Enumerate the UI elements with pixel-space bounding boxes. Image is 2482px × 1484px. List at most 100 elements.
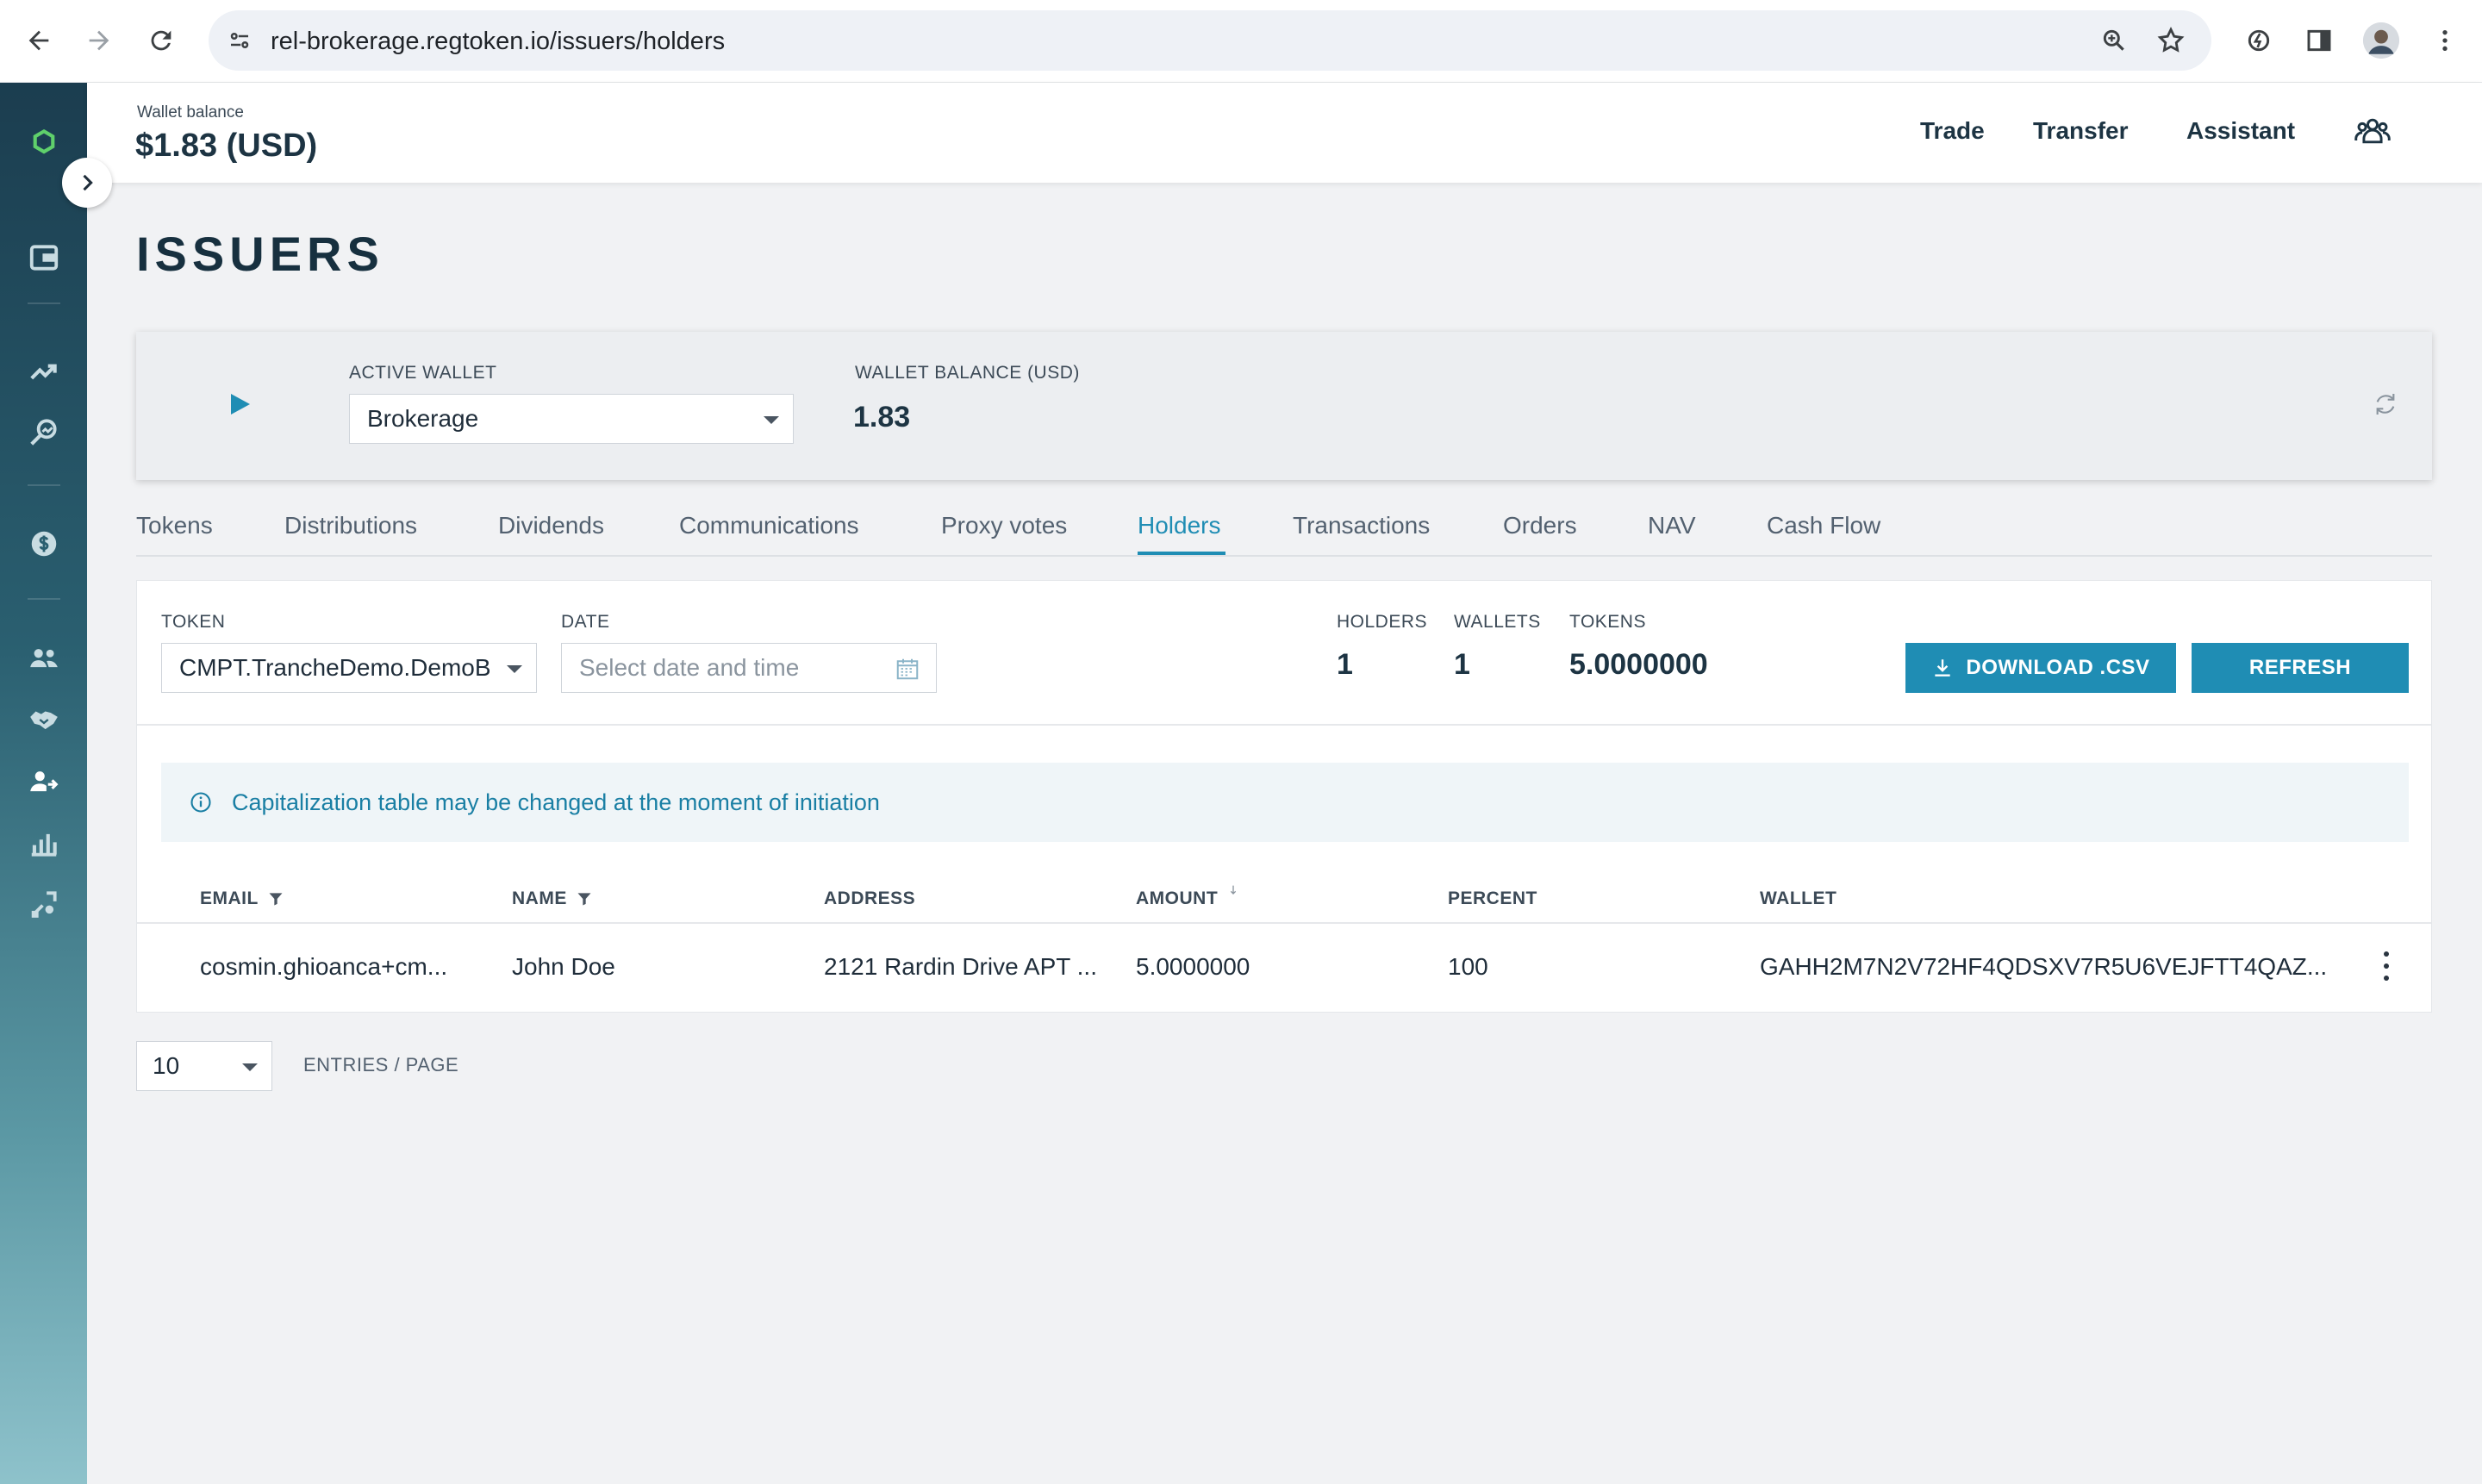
cell-amount: 5.0000000 xyxy=(1136,953,1250,980)
sort-down-icon[interactable] xyxy=(1226,883,1240,897)
refresh-label: REFRESH xyxy=(2248,656,2352,679)
column-address-label: ADDRESS xyxy=(824,889,916,908)
side-panel-icon[interactable] xyxy=(2301,22,2337,59)
app-logo-icon[interactable] xyxy=(26,124,62,160)
info-message: Capitalization table may be changed at t… xyxy=(232,789,880,815)
distribution-icon[interactable] xyxy=(26,826,62,862)
top-header: Wallet balance $1.83 (USD) Trade Transfe… xyxy=(87,83,2482,183)
back-button[interactable] xyxy=(17,19,60,62)
date-picker-input[interactable]: Select date and time xyxy=(561,643,937,693)
holders-count-label: HOLDERS xyxy=(1337,612,1428,632)
token-select[interactable]: CMPT.TrancheDemo.DemoBk xyxy=(161,643,537,693)
column-header-address: ADDRESS xyxy=(824,889,915,909)
wallets-count-label: WALLETS xyxy=(1454,612,1541,632)
download-icon xyxy=(1935,659,1951,677)
browser-menu-icon[interactable] xyxy=(2427,22,2463,59)
column-header-email[interactable]: EMAIL xyxy=(200,889,284,909)
bookmark-star-icon[interactable] xyxy=(2155,24,2187,57)
forward-button[interactable] xyxy=(78,19,121,62)
nav-transfer[interactable]: Transfer xyxy=(2033,117,2129,145)
holders-panel: TOKEN CMPT.TrancheDemo.DemoBk DATE Selec… xyxy=(136,580,2432,1013)
tokens-total-value: 5.0000000 xyxy=(1569,648,1708,681)
calendar-icon[interactable] xyxy=(895,656,920,682)
entries-per-page-select[interactable]: 10 xyxy=(136,1041,272,1091)
extension-icon[interactable] xyxy=(2241,22,2277,59)
column-header-name[interactable]: NAME xyxy=(512,889,593,909)
tab-holders[interactable]: Holders xyxy=(1138,512,1220,539)
cell-percent: 100 xyxy=(1448,953,1488,980)
nav-assistant[interactable]: Assistant xyxy=(2186,117,2295,145)
url-text[interactable]: rel-brokerage.regtoken.io/issuers/holder… xyxy=(271,28,725,56)
column-wallet-label: WALLET xyxy=(1760,889,1837,908)
play-icon[interactable] xyxy=(231,394,250,415)
analytics-icon[interactable] xyxy=(26,414,62,450)
filter-icon[interactable] xyxy=(267,890,284,907)
address-bar[interactable]: rel-brokerage.regtoken.io/issuers/holder… xyxy=(209,10,2211,71)
date-label: DATE xyxy=(561,612,610,632)
tab-tokens[interactable]: Tokens xyxy=(136,512,213,539)
panel-divider xyxy=(137,724,2431,726)
arrow-left-icon xyxy=(28,30,49,51)
column-amount-label: AMOUNT xyxy=(1136,889,1219,908)
exchange-icon[interactable] xyxy=(26,886,62,922)
nav-trade[interactable]: Trade xyxy=(1920,117,1985,145)
arrow-right-icon xyxy=(89,30,109,51)
dollar-icon[interactable] xyxy=(26,526,62,562)
zoom-icon[interactable] xyxy=(2098,24,2130,57)
sidebar-divider xyxy=(28,302,60,304)
column-header-percent: PERCENT xyxy=(1448,889,1537,909)
browser-toolbar: rel-brokerage.regtoken.io/issuers/holder… xyxy=(0,0,2482,83)
wallet-icon[interactable] xyxy=(26,240,62,276)
tab-dividends[interactable]: Dividends xyxy=(498,512,604,539)
active-wallet-card: ACTIVE WALLET Brokerage WALLET BALANCE (… xyxy=(136,332,2432,480)
column-email-label: EMAIL xyxy=(200,889,259,908)
issuer-tabs: Tokens Distributions Dividends Communica… xyxy=(136,508,2432,557)
tab-communications[interactable]: Communications xyxy=(679,512,859,539)
cell-wallet: GAHH2M7N2V72HF4QDSXV7R5U6VEJFTT4QAZ... xyxy=(1760,953,2328,980)
user-transfer-icon[interactable] xyxy=(26,764,62,800)
wallet-balance-usd-value: 1.83 xyxy=(853,401,911,433)
active-wallet-select[interactable]: Brokerage xyxy=(349,394,794,444)
entries-per-page-value: 10 xyxy=(153,1052,180,1079)
column-header-amount[interactable]: AMOUNT xyxy=(1136,885,1240,909)
tab-cash-flow[interactable]: Cash Flow xyxy=(1767,512,1880,539)
profile-avatar[interactable] xyxy=(2363,22,2399,59)
sidebar xyxy=(0,83,87,1484)
info-banner: Capitalization table may be changed at t… xyxy=(161,763,2409,842)
refresh-icon[interactable] xyxy=(2372,390,2399,418)
wallet-balance-label: Wallet balance xyxy=(137,103,244,122)
sidebar-divider xyxy=(28,598,60,600)
trending-up-icon[interactable] xyxy=(26,353,62,390)
table-header-divider xyxy=(137,922,2431,924)
site-settings-icon[interactable] xyxy=(222,23,257,58)
dropdown-caret-icon xyxy=(242,1063,258,1071)
sidebar-divider xyxy=(28,484,60,486)
active-wallet-label: ACTIVE WALLET xyxy=(349,363,497,383)
handshake-icon[interactable] xyxy=(26,701,62,738)
tokens-total-label: TOKENS xyxy=(1569,612,1646,632)
team-icon[interactable] xyxy=(2354,112,2392,150)
cell-name: John Doe xyxy=(512,953,615,980)
dropdown-caret-icon xyxy=(764,416,779,424)
cell-address: 2121 Rardin Drive APT ... xyxy=(824,953,1097,980)
column-name-label: NAME xyxy=(512,889,567,908)
cell-email: cosmin.ghioanca+cm... xyxy=(200,953,448,980)
tab-transactions[interactable]: Transactions xyxy=(1293,512,1430,539)
filter-icon[interactable] xyxy=(576,890,593,907)
tab-nav[interactable]: NAV xyxy=(1648,512,1696,539)
download-csv-button[interactable]: DOWNLOAD .CSV xyxy=(1905,643,2176,693)
tab-orders[interactable]: Orders xyxy=(1503,512,1577,539)
holders-count-value: 1 xyxy=(1337,648,1353,681)
row-actions-menu-icon[interactable] xyxy=(2378,951,2395,981)
reload-button[interactable] xyxy=(140,19,183,62)
active-wallet-value: Brokerage xyxy=(367,405,479,432)
refresh-button[interactable]: REFRESH xyxy=(2192,643,2409,693)
sidebar-expand-button[interactable] xyxy=(62,158,112,208)
tab-distributions[interactable]: Distributions xyxy=(284,512,417,539)
wallets-count-value: 1 xyxy=(1454,648,1470,681)
users-icon[interactable] xyxy=(26,639,62,676)
column-header-wallet: WALLET xyxy=(1760,889,1837,909)
reload-icon xyxy=(151,30,171,51)
download-csv-label: DOWNLOAD .CSV xyxy=(1966,656,2150,679)
tab-proxy-votes[interactable]: Proxy votes xyxy=(941,512,1067,539)
